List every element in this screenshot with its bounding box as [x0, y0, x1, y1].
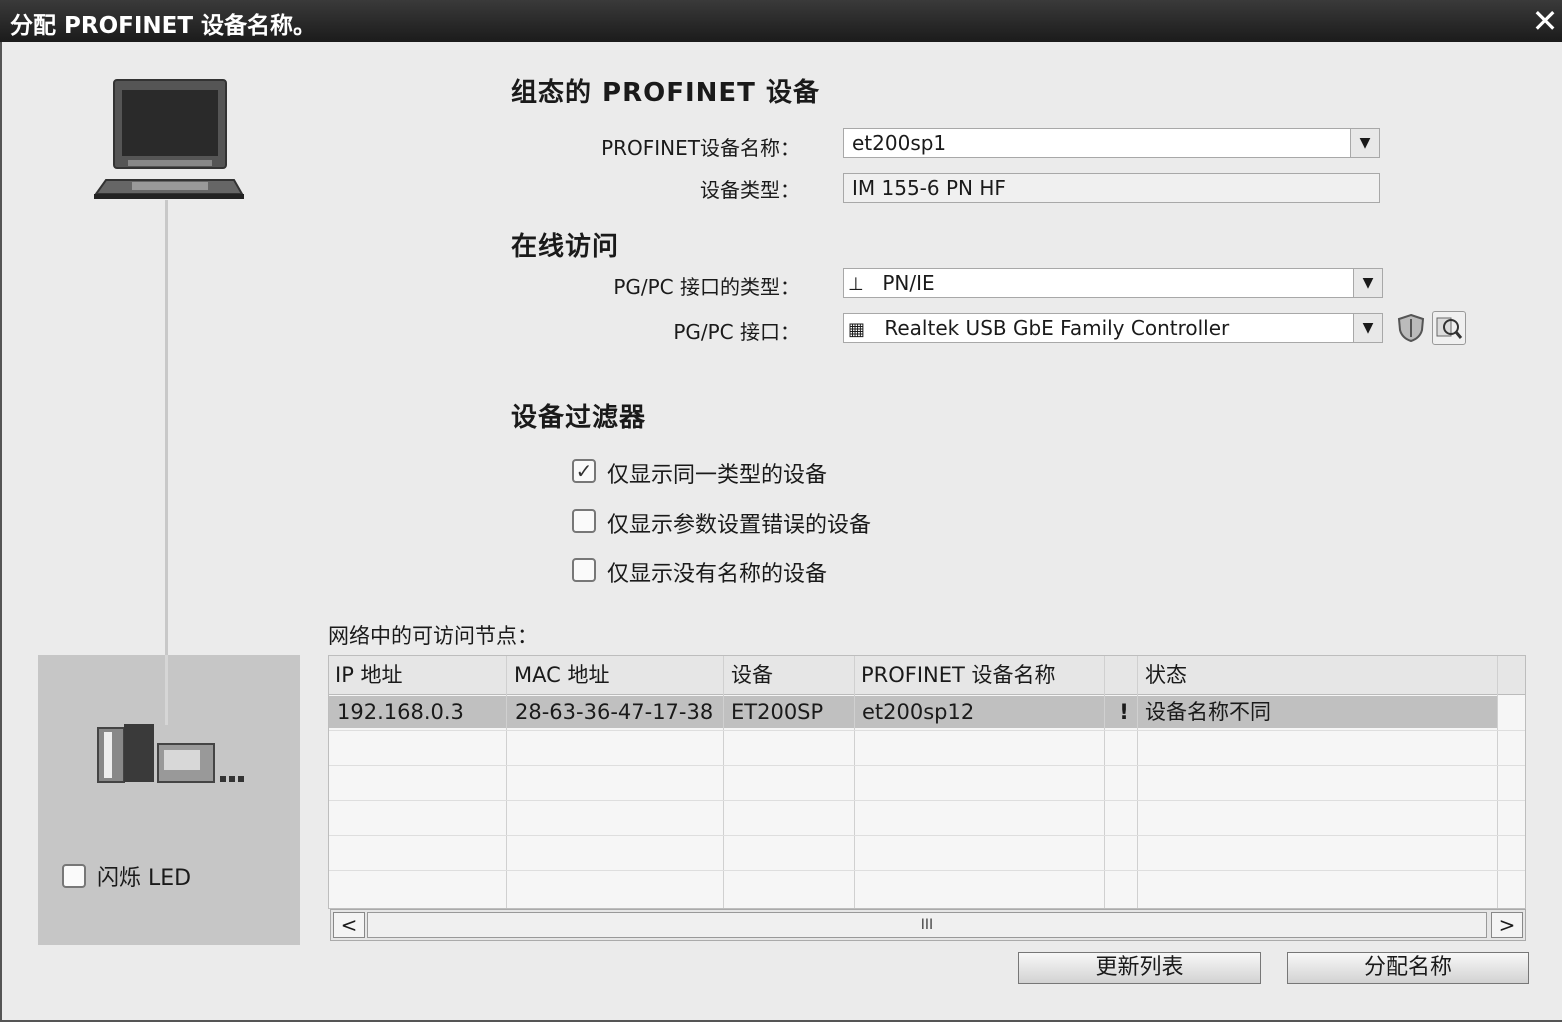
cell-profinet-name: et200sp12: [862, 696, 1102, 728]
horizontal-scrollbar[interactable]: < III >: [330, 909, 1526, 941]
device-panel: [38, 655, 300, 945]
connection-line-lower: [165, 655, 168, 725]
row-divider: [329, 765, 1525, 766]
filter-param-error-checkbox[interactable]: [572, 509, 596, 533]
cell-device: ET200SP: [731, 696, 851, 728]
close-button[interactable]: ✕: [1528, 2, 1562, 40]
cell-ip: 192.168.0.3: [337, 696, 507, 728]
col-header-mac[interactable]: MAC 地址: [514, 656, 724, 695]
device-name-combobox[interactable]: et200sp1 ▼: [843, 128, 1380, 158]
filter-same-type-checkbox[interactable]: ✓: [572, 459, 596, 483]
nodes-table: IP 地址 MAC 地址 设备 PROFINET 设备名称 状态 192.168…: [328, 655, 1526, 909]
row-divider: [329, 870, 1525, 871]
pc-laptop-icon: [94, 79, 244, 199]
scroll-right-button[interactable]: >: [1491, 912, 1523, 938]
network-icon: ⊥: [848, 274, 864, 295]
col-header-profinet-name[interactable]: PROFINET 设备名称: [861, 656, 1101, 695]
device-name-value: et200sp1: [852, 131, 947, 155]
col-header-ip[interactable]: IP 地址: [335, 656, 505, 695]
cell-mac: 28-63-36-47-17-38: [515, 696, 725, 728]
dropdown-arrow-icon[interactable]: ▼: [1353, 269, 1382, 297]
iface-combobox[interactable]: ▦ Realtek USB GbE Family Controller ▼: [843, 313, 1383, 343]
online-access-title: 在线访问: [511, 232, 620, 262]
search-device-icon[interactable]: [1432, 311, 1466, 345]
title-bar: 分配 PROFINET 设备名称。 ✕: [0, 0, 1562, 42]
dropdown-arrow-icon[interactable]: ▼: [1350, 129, 1379, 157]
device-name-label: PROFINET设备名称：: [601, 136, 800, 160]
col-header-status[interactable]: 状态: [1145, 656, 1345, 695]
shield-icon[interactable]: [1396, 313, 1426, 343]
flash-led-checkbox[interactable]: [62, 864, 86, 888]
cell-status: 设备名称不同: [1145, 696, 1345, 728]
iface-type-value: PN/IE: [882, 271, 935, 295]
flash-led-label: 闪烁 LED: [97, 866, 192, 891]
warning-icon: !: [1113, 696, 1135, 728]
nic-card-icon: ▦: [848, 319, 866, 340]
scroll-thumb[interactable]: III: [367, 912, 1487, 938]
device-type-label: 设备类型：: [700, 178, 800, 202]
filter-no-name-label: 仅显示没有名称的设备: [607, 562, 828, 587]
device-filter-title: 设备过滤器: [511, 403, 647, 433]
iface-type-label: PG/PC 接口的类型：: [613, 275, 800, 299]
window-title: 分配 PROFINET 设备名称。: [10, 13, 317, 39]
iface-value: Realtek USB GbE Family Controller: [884, 316, 1230, 340]
row-divider: [329, 730, 1525, 731]
refresh-list-button[interactable]: 更新列表: [1018, 952, 1261, 984]
connection-line: [165, 200, 168, 670]
iface-label: PG/PC 接口：: [673, 320, 800, 344]
row-divider: [329, 800, 1525, 801]
accessible-nodes-title: 网络中的可访问节点：: [328, 624, 538, 648]
filter-no-name-checkbox[interactable]: [572, 558, 596, 582]
assign-name-button[interactable]: 分配名称: [1287, 952, 1529, 984]
filter-same-type-label: 仅显示同一类型的设备: [607, 463, 828, 488]
filter-param-error-label: 仅显示参数设置错误的设备: [607, 513, 872, 538]
configured-device-title: 组态的 PROFINET 设备: [511, 78, 820, 108]
dropdown-arrow-icon[interactable]: ▼: [1353, 314, 1382, 342]
device-type-field: IM 155-6 PN HF: [843, 173, 1380, 203]
device-type-value: IM 155-6 PN HF: [852, 176, 1006, 200]
device-module-icon: [97, 724, 244, 783]
scroll-left-button[interactable]: <: [333, 912, 365, 938]
col-header-device[interactable]: 设备: [731, 656, 851, 695]
row-divider: [329, 835, 1525, 836]
iface-type-combobox[interactable]: ⊥ PN/IE ▼: [843, 268, 1383, 298]
